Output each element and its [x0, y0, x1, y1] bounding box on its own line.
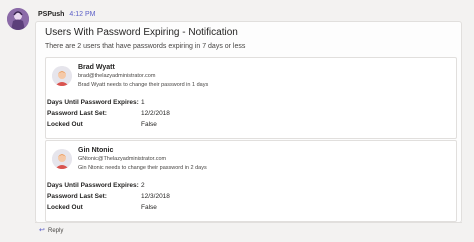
fact-row-locked-out: Locked Out False: [46, 203, 456, 214]
sender-name[interactable]: PSPush: [38, 11, 64, 18]
fact-row-days-until: Days Until Password Expires: 2: [46, 181, 456, 192]
user-card: Gin Ntonic GNtonic@Thelazyadministrator.…: [45, 140, 457, 222]
bot-figure-icon: [7, 8, 29, 30]
reply-arrow-icon: ↩: [39, 227, 45, 234]
fact-set: Days Until Password Expires: 1 Password …: [46, 98, 456, 131]
fact-label: Days Until Password Expires:: [47, 99, 139, 106]
person-avatar-icon: [52, 66, 72, 86]
fact-label: Locked Out: [47, 121, 83, 128]
fact-value: False: [141, 121, 157, 128]
bot-avatar[interactable]: [7, 8, 29, 30]
user-email[interactable]: brad@thelazyadministrator.com: [78, 73, 155, 80]
user-name: Gin Ntonic: [78, 147, 114, 154]
reply-button-label[interactable]: Reply: [48, 227, 63, 235]
fact-label: Password Last Set:: [47, 110, 107, 117]
user-avatar: [52, 149, 72, 169]
fact-value: 2: [141, 182, 145, 189]
user-avatar: [52, 66, 72, 86]
user-card: Brad Wyatt brad@thelazyadministrator.com…: [45, 57, 457, 139]
fact-value: 1: [141, 99, 145, 106]
card-title: Users With Password Expiring - Notificat…: [45, 27, 238, 38]
fact-row-last-set: Password Last Set: 12/3/2018: [46, 192, 456, 203]
message-header: PSPush 4:12 PM: [38, 10, 95, 19]
fact-value: 12/2/2018: [141, 110, 170, 117]
card-subtitle: There are 2 users that have passwords ex…: [45, 43, 246, 50]
user-note: Brad Wyatt needs to change their passwor…: [78, 82, 209, 88]
fact-label: Days Until Password Expires:: [47, 182, 139, 189]
reply-bar[interactable]: ↩ Reply: [35, 222, 462, 239]
fact-label: Password Last Set:: [47, 193, 107, 200]
message-timestamp: 4:12 PM: [69, 11, 96, 18]
user-email[interactable]: GNtonic@Thelazyadministrator.com: [78, 156, 166, 163]
person-avatar-icon: [52, 149, 72, 169]
fact-row-days-until: Days Until Password Expires: 1: [46, 98, 456, 109]
fact-value: 12/3/2018: [141, 193, 170, 200]
fact-row-locked-out: Locked Out False: [46, 120, 456, 131]
fact-set: Days Until Password Expires: 2 Password …: [46, 181, 456, 214]
fact-value: False: [141, 204, 157, 211]
user-note: Gin Ntonic needs to change their passwor…: [78, 165, 207, 171]
fact-row-last-set: Password Last Set: 12/2/2018: [46, 109, 456, 120]
fact-label: Locked Out: [47, 204, 83, 211]
user-name: Brad Wyatt: [78, 64, 115, 71]
